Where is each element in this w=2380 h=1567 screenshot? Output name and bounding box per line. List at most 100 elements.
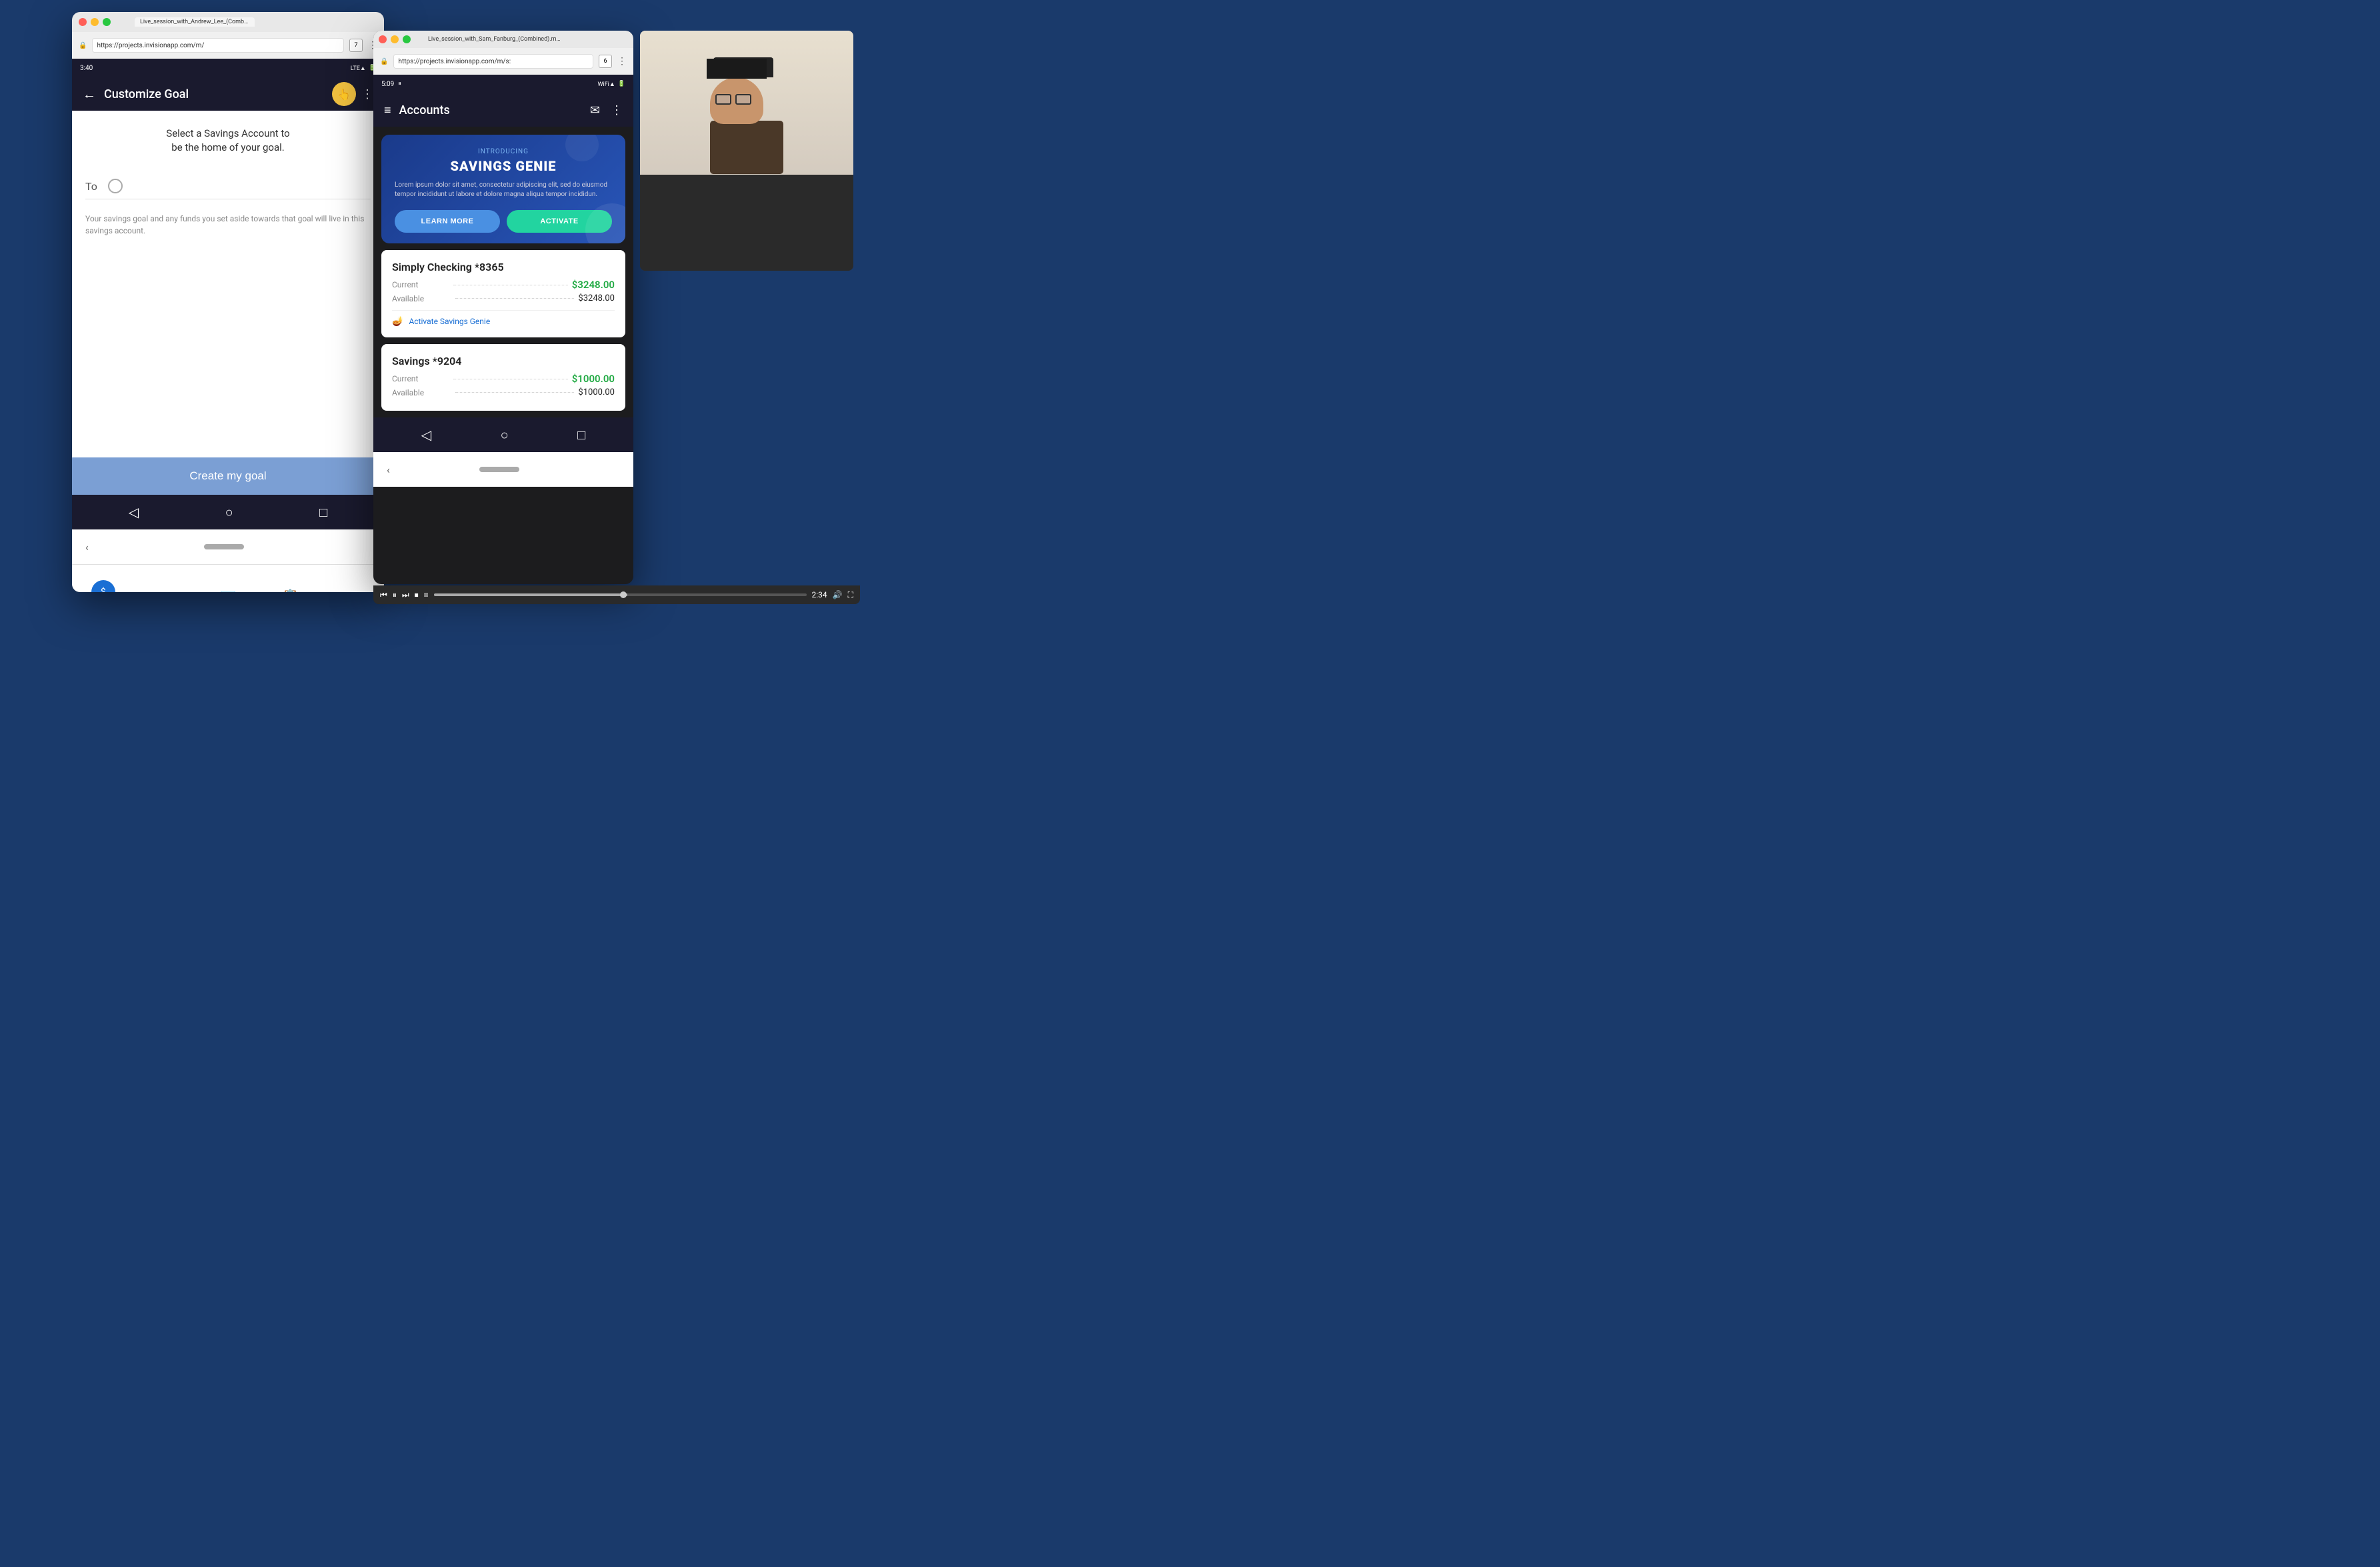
right-stop-icon[interactable]: ⏹ bbox=[415, 590, 419, 600]
person-representation bbox=[710, 57, 783, 174]
right-url-bar[interactable]: https://projects.invisionapp.com/m/s: bbox=[393, 54, 593, 69]
right-header-dots[interactable]: ⋮ bbox=[611, 103, 623, 117]
right-timestamp: 2:34 bbox=[812, 590, 827, 599]
savings-card: Savings *9204 Current $1000.00 Available… bbox=[381, 344, 625, 411]
right-signal-icon: WiFi▲ bbox=[598, 81, 615, 88]
left-tab-badge[interactable]: 7 bbox=[349, 39, 363, 52]
current-label-checking: Current bbox=[392, 280, 449, 289]
right-window-tab-title: Live_session_with_Sam_Fanburg_(Combined)… bbox=[428, 36, 561, 43]
gesture-back-icon[interactable]: ‹ bbox=[85, 541, 89, 553]
left-title-bar: Live_session_with_Andrew_Lee_(Combined).… bbox=[72, 12, 384, 32]
to-row: To bbox=[85, 173, 371, 199]
android-home-icon[interactable]: ○ bbox=[225, 504, 233, 521]
right-battery-icon: 🔋 bbox=[618, 81, 625, 87]
available-row-savings: Available $1000.00 bbox=[392, 387, 615, 397]
check-deposit-icon: 📋 bbox=[282, 588, 299, 592]
tab-accounts[interactable]: $ Accounts bbox=[72, 580, 135, 592]
genie-lamp-icon: 🪔 bbox=[392, 316, 403, 327]
right-volume-icon[interactable]: 🔊 bbox=[833, 590, 843, 599]
glasses bbox=[715, 94, 751, 105]
tab-check-deposit[interactable]: 📋 Check Deposit bbox=[259, 588, 322, 592]
activate-genie-text: Activate Savings Genie bbox=[409, 317, 490, 326]
right-android-back-icon[interactable]: ◁ bbox=[421, 427, 431, 443]
account-radio[interactable] bbox=[108, 179, 123, 193]
genie-bubble-1 bbox=[585, 203, 625, 243]
available-row-checking: Available $3248.00 bbox=[392, 293, 615, 303]
left-header-title: Customize Goal bbox=[104, 87, 332, 101]
right-gesture-back-icon[interactable]: ‹ bbox=[387, 463, 390, 476]
hand-icon: 👆 bbox=[337, 88, 351, 101]
header-dots-icon[interactable]: ⋮ bbox=[361, 87, 373, 101]
right-skip-fwd-icon[interactable]: ⏭ bbox=[402, 590, 409, 600]
bottom-tab-bar: $ Accounts ⇄ Transfers 📧 Bill Pay 📋 Chec… bbox=[72, 564, 384, 592]
right-progress-fill bbox=[434, 593, 628, 596]
right-minimize-button[interactable] bbox=[391, 35, 399, 43]
available-dots-savings bbox=[455, 392, 574, 393]
right-tab-badge[interactable]: 6 bbox=[599, 55, 612, 68]
right-browser-dots[interactable]: ⋮ bbox=[617, 56, 627, 67]
right-status-bar: 5:09 ⏸ WiFi▲ 🔋 bbox=[373, 75, 633, 93]
accounts-icon: $ bbox=[91, 580, 115, 592]
right-time: 5:09 bbox=[381, 81, 394, 88]
minimize-button[interactable] bbox=[91, 18, 99, 26]
back-arrow-icon[interactable]: ← bbox=[83, 86, 96, 103]
right-android-nav: ◁ ○ □ bbox=[373, 417, 633, 452]
right-lens bbox=[735, 94, 751, 105]
right-list-icon[interactable]: ≡ bbox=[424, 590, 429, 599]
right-maximize-button[interactable] bbox=[403, 35, 411, 43]
right-progress-thumb[interactable] bbox=[620, 591, 627, 598]
webcam-window bbox=[640, 31, 853, 271]
right-skip-back-icon[interactable]: ⏮ bbox=[380, 590, 387, 600]
left-gesture-bar: ‹ bbox=[72, 529, 384, 564]
create-goal-button[interactable]: Create my goal bbox=[72, 457, 384, 495]
bill-pay-icon: 📧 bbox=[220, 588, 237, 592]
pause-icon: ⏸ bbox=[398, 81, 401, 87]
webcam-view bbox=[640, 31, 853, 271]
right-gesture-pill bbox=[479, 467, 519, 472]
hamburger-icon[interactable]: ≡ bbox=[384, 103, 391, 117]
tab-bill-pay[interactable]: 📧 Bill Pay bbox=[197, 588, 259, 592]
right-android-home-icon[interactable]: ○ bbox=[501, 427, 509, 443]
available-label-savings: Available bbox=[392, 388, 451, 397]
right-android-recents-icon[interactable]: □ bbox=[577, 427, 585, 443]
right-video-controls: ⏮ ⏸ ⏭ ⏹ ≡ 2:34 🔊 ⛶ bbox=[373, 585, 860, 604]
webcam-background-dark bbox=[640, 175, 853, 271]
lock-icon: 🔒 bbox=[79, 42, 87, 49]
window-tab-title: Live_session_with_Andrew_Lee_(Combined).… bbox=[135, 17, 255, 27]
to-label: To bbox=[85, 180, 97, 193]
right-browser-bar: 🔒 https://projects.invisionapp.com/m/s: … bbox=[373, 48, 633, 75]
savings-description: Your savings goal and any funds you set … bbox=[85, 213, 371, 237]
savings-genie-description: Lorem ipsum dolor sit amet, consectetur … bbox=[395, 181, 612, 199]
right-gesture-bar: ‹ bbox=[373, 452, 633, 487]
activate-genie-link[interactable]: 🪔 Activate Savings Genie bbox=[392, 310, 615, 327]
tab-transfers[interactable]: ⇄ Transfers bbox=[135, 588, 197, 592]
right-header-title: Accounts bbox=[399, 103, 590, 117]
right-close-button[interactable] bbox=[379, 35, 387, 43]
right-lock-icon: 🔒 bbox=[380, 58, 388, 65]
android-back-icon[interactable]: ◁ bbox=[129, 504, 139, 520]
close-button[interactable] bbox=[79, 18, 87, 26]
left-android-nav: ◁ ○ □ bbox=[72, 495, 384, 529]
genie-bubble-2 bbox=[565, 135, 599, 161]
learn-more-button[interactable]: LEARN MORE bbox=[395, 210, 500, 233]
right-progress-bar[interactable] bbox=[434, 593, 807, 596]
android-recents-icon[interactable]: □ bbox=[319, 504, 327, 521]
left-lens bbox=[715, 94, 731, 105]
select-account-text: Select a Savings Account to be the home … bbox=[85, 127, 371, 155]
genie-button-row: LEARN MORE ACTIVATE bbox=[395, 210, 612, 233]
more-icon: ··· bbox=[347, 588, 358, 592]
maximize-button[interactable] bbox=[103, 18, 111, 26]
current-row-checking: Current $3248.00 bbox=[392, 279, 615, 291]
transfers-icon: ⇄ bbox=[160, 588, 171, 592]
right-play-icon[interactable]: ⏸ bbox=[393, 590, 397, 600]
left-app-header: ← Customize Goal 👆 ⋮ bbox=[72, 77, 384, 111]
left-url-bar[interactable]: https://projects.invisionapp.com/m/ bbox=[92, 38, 344, 53]
current-value-savings: $1000.00 bbox=[572, 373, 615, 385]
simply-checking-name: Simply Checking *8365 bbox=[392, 261, 615, 273]
current-row-savings: Current $1000.00 bbox=[392, 373, 615, 385]
right-fullscreen-icon[interactable]: ⛶ bbox=[848, 590, 853, 600]
person-body bbox=[710, 121, 783, 174]
gesture-pill bbox=[204, 544, 244, 549]
signal-icon: LTE▲ bbox=[351, 65, 366, 72]
envelope-icon[interactable]: ✉ bbox=[590, 103, 600, 117]
